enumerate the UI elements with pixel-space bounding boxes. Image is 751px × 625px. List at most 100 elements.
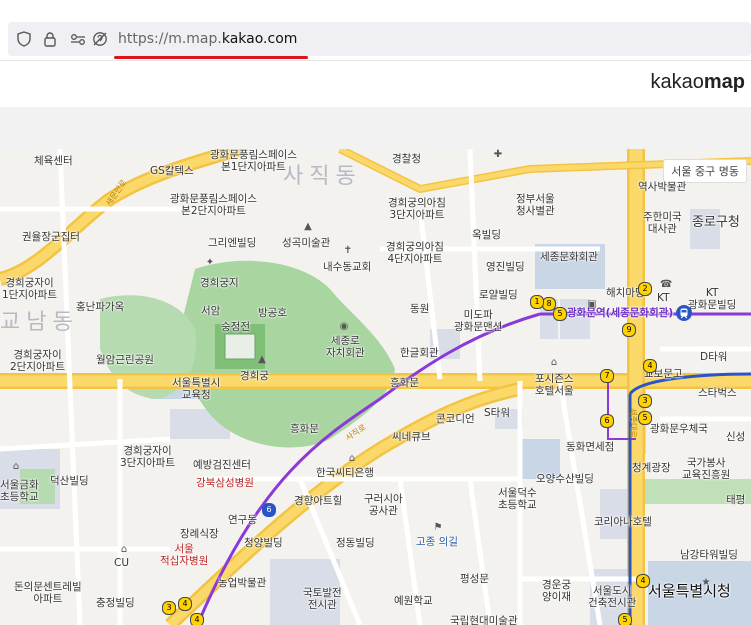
permissions-icon[interactable] xyxy=(70,31,86,47)
map-canvas[interactable]: 서울 중구 명동 사직동 교남동 새문안로 사직로 세종대로 GS칼텍스 광화문… xyxy=(0,149,751,625)
line-6-badge[interactable]: 6 xyxy=(262,503,276,517)
subway-exit-9[interactable]: 9 xyxy=(622,323,636,337)
place-sejongro-center[interactable]: 세종로 자치회관 xyxy=(326,335,365,359)
place-seonggok[interactable]: 성곡미술관 xyxy=(282,237,330,249)
place-naesu[interactable]: 내수동교회 xyxy=(323,261,371,273)
place-sejong-culture[interactable]: 세종문화회관 xyxy=(540,251,598,263)
place-cu[interactable]: CU xyxy=(114,557,129,569)
place-gojong-road[interactable]: 고종 의길 xyxy=(416,536,458,548)
place-seoam[interactable]: 서암 xyxy=(201,305,220,317)
place-dongwha[interactable]: 동화면세점 xyxy=(566,441,614,453)
place-gyeongchal[interactable]: 경찰청 xyxy=(392,153,421,165)
place-sinseong[interactable]: 신성 xyxy=(726,431,745,443)
subway-station-icon[interactable] xyxy=(676,305,692,321)
place-wolam[interactable]: 월암근린공원 xyxy=(96,354,154,366)
place-gyeonghui-4[interactable]: 경희궁의아침 4단지아파트 xyxy=(386,241,444,265)
place-gyeongun[interactable]: 경운궁 양이재 xyxy=(542,579,571,603)
location-tag[interactable]: 서울 중구 명동 xyxy=(663,159,747,183)
place-four-seasons[interactable]: 포시즌스 호텔서울 xyxy=(535,373,574,397)
subway-exit-4[interactable]: 4 xyxy=(643,359,657,373)
place-seoul-city-hall[interactable]: 서울특별시청 xyxy=(648,584,731,599)
place-concordian[interactable]: 콘코디언 xyxy=(436,413,475,425)
line-badge-5[interactable]: 5 xyxy=(553,307,567,321)
place-royal[interactable]: 로얄빌딩 xyxy=(479,289,518,301)
place-jeongbu[interactable]: 정부서울 청사별관 xyxy=(516,193,555,217)
place-starbucks[interactable]: 스타벅스 xyxy=(698,387,737,399)
place-gyeonghui-3[interactable]: 경희궁의아침 3단지아파트 xyxy=(388,197,446,221)
place-gyeonghui-1[interactable]: 경희궁자이 1단지아파트 xyxy=(2,277,57,301)
place-grien[interactable]: 그리엔빌딩 xyxy=(208,237,256,249)
place-funeral[interactable]: 장례식장 xyxy=(180,528,219,540)
place-yebang[interactable]: 예방검진센터 xyxy=(193,459,251,471)
place-post-office[interactable]: 광화문우체국 xyxy=(650,423,708,435)
subway-exit-5b[interactable]: 5 xyxy=(618,613,632,625)
place-urban-hall[interactable]: 서울도시 건축전시관 xyxy=(588,585,636,609)
place-donui[interactable]: 돈의문센트레빌 아파트 xyxy=(14,581,82,605)
place-national-land[interactable]: 국토발전 전시관 xyxy=(303,587,342,611)
place-mmca[interactable]: 국립현대미술관 xyxy=(450,615,518,625)
place-deoksu-school[interactable]: 서울덕수 초등학교 xyxy=(498,487,537,511)
place-yeoksa[interactable]: 역사박물관 xyxy=(638,181,686,193)
place-deoksan[interactable]: 덕산빌딩 xyxy=(50,475,89,487)
place-cheongyang[interactable]: 청양빌딩 xyxy=(244,537,283,549)
subway-exit-2[interactable]: 2 xyxy=(638,282,652,296)
place-red-cross[interactable]: 서울 적십자병원 xyxy=(160,543,208,567)
place-okbil[interactable]: 옥빌딩 xyxy=(472,229,501,241)
subway-exit-1[interactable]: 1 xyxy=(530,295,544,309)
place-chungjeong[interactable]: 충정빌딩 xyxy=(96,597,135,609)
place-bangongho[interactable]: 방공호 xyxy=(258,307,287,319)
place-osan[interactable]: 오양수산빌딩 xyxy=(536,473,594,485)
place-sungjeong[interactable]: 숭정전 xyxy=(221,321,250,333)
place-punglim1[interactable]: 광화문풍림스페이스 본1단지아파트 xyxy=(210,149,297,173)
place-gyeonghyang[interactable]: 경향아트힐 xyxy=(294,495,342,507)
place-cheonggye[interactable]: 청계광장 xyxy=(632,462,671,474)
place-agri-museum[interactable]: 농업박물관 xyxy=(218,577,266,589)
place-hangul[interactable]: 한글회관 xyxy=(400,347,439,359)
subway-exit-3b[interactable]: 3 xyxy=(162,601,176,615)
subway-exit-5[interactable]: 5 xyxy=(638,411,652,425)
kakaomap-logo[interactable]: kakaomap xyxy=(651,71,746,94)
place-cinecube[interactable]: 씨네큐브 xyxy=(392,431,431,443)
place-education-office[interactable]: 서울특별시 교육청 xyxy=(172,377,220,401)
search-bar-area[interactable] xyxy=(0,107,751,149)
place-citibank[interactable]: 한국씨티은행 xyxy=(316,467,374,479)
url-text[interactable]: https://m.map.kakao.com xyxy=(118,31,297,47)
place-geumhwa-school[interactable]: 서울금화 초등학교 xyxy=(0,479,39,503)
place-gyeonghuigung-site[interactable]: 경희궁지 xyxy=(200,277,239,289)
place-yewon[interactable]: 예원학교 xyxy=(394,595,433,607)
place-stower[interactable]: S타워 xyxy=(484,407,510,419)
place-kwonyul[interactable]: 권율장군집터 xyxy=(22,231,80,243)
place-old-russian[interactable]: 구러시아 공사관 xyxy=(364,493,403,517)
place-heunghwamun[interactable]: 흥화문 xyxy=(290,423,319,435)
place-jeongdong[interactable]: 정동빌딩 xyxy=(336,537,375,549)
shield-icon[interactable] xyxy=(16,31,32,47)
address-bar[interactable]: https://m.map.kakao.com xyxy=(8,22,751,56)
place-punglim2[interactable]: 광화문풍림스페이스 본2단지아파트 xyxy=(170,193,257,217)
place-heungkuk[interactable]: 흥화문 xyxy=(390,377,419,389)
place-koreana[interactable]: 코리아나호텔 xyxy=(594,516,652,528)
place-research[interactable]: 연구동 xyxy=(228,514,257,526)
place-kt[interactable]: KT xyxy=(657,292,669,304)
place-mido[interactable]: 미도파 광화문맨션 xyxy=(454,309,502,333)
place-gyeonghui-3b[interactable]: 경희궁자이 3단지아파트 xyxy=(120,445,175,469)
place-kangbuk-hospital[interactable]: 강북삼성병원 xyxy=(196,477,254,489)
subway-exit-7[interactable]: 7 xyxy=(600,369,614,383)
place-pyeongseong[interactable]: 평성문 xyxy=(460,573,489,585)
place-hongnanpa[interactable]: 홍난파가옥 xyxy=(76,301,124,313)
place-gyeonghui-2[interactable]: 경희궁자이 2단지아파트 xyxy=(10,349,65,373)
lock-icon[interactable] xyxy=(42,31,58,47)
place-yeongjin[interactable]: 영진빌딩 xyxy=(486,261,525,273)
gwanghwamun-station-label[interactable]: 광화문역(세종문화회관) xyxy=(567,307,673,319)
place-jongno-gu-office[interactable]: 종로구청 xyxy=(692,216,740,229)
subway-exit-4d[interactable]: 4 xyxy=(190,613,204,625)
subway-exit-6[interactable]: 6 xyxy=(600,414,614,428)
place-kt-building[interactable]: KT 광화문빌딩 xyxy=(688,287,736,311)
place-gs[interactable]: GS칼텍스 xyxy=(150,165,194,177)
place-dtower[interactable]: D타워 xyxy=(700,351,727,363)
place-gukga[interactable]: 국가봉사 교육진흥원 xyxy=(682,457,730,481)
place-taepyeong[interactable]: 태평 xyxy=(726,494,745,506)
subway-exit-4c[interactable]: 4 xyxy=(636,574,650,588)
place-dongwon[interactable]: 동원 xyxy=(410,303,429,315)
place-cheyuk[interactable]: 체육센터 xyxy=(34,155,73,167)
place-namgang[interactable]: 남강타워빌딩 xyxy=(680,549,738,561)
